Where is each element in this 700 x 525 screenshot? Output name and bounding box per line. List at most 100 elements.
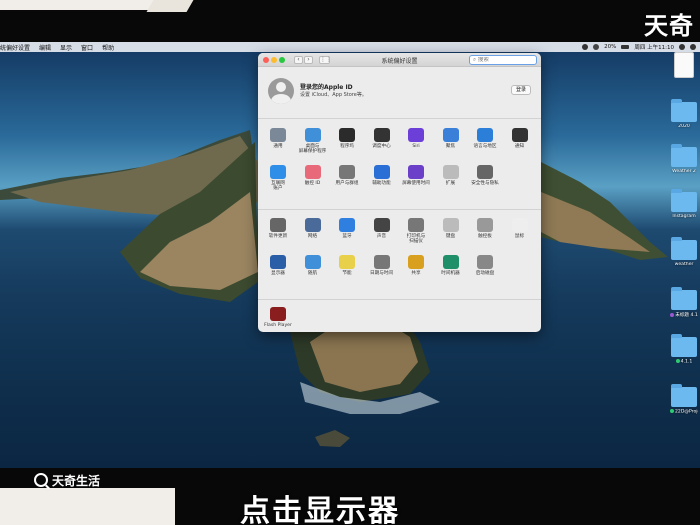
startup-disk-icon xyxy=(477,255,493,269)
search-field[interactable]: ⌕ xyxy=(469,55,537,65)
desktop-item[interactable]: 未标题 4.1 xyxy=(670,287,698,318)
pref-pane-software-update[interactable]: 软件更新 xyxy=(261,218,295,239)
system-preferences-window: ‹ › ⋮⋮ 系统偏好设置 ⌕ 登录您的Apple ID 设置 iCloud、A… xyxy=(258,53,541,332)
desktop-item[interactable]: 4.1.1 xyxy=(670,334,698,365)
apple-id-section: 登录您的Apple ID 设置 iCloud、App Store等。 登录 xyxy=(258,67,541,119)
pref-pane-label: 通知 xyxy=(514,144,525,149)
accessibility-icon xyxy=(373,165,390,179)
pref-pane-label: 共享 xyxy=(411,271,421,276)
preferences-section-other: Flash Player xyxy=(258,300,541,332)
desktop-item[interactable]: 22D@Projec xyxy=(670,384,698,415)
desktop-item[interactable]: weather xyxy=(670,237,698,267)
login-button[interactable]: 登录 xyxy=(511,85,531,95)
paper-edge xyxy=(146,0,194,12)
flash-player-icon xyxy=(270,307,286,321)
pref-pane-network[interactable]: 网络 xyxy=(296,218,330,239)
pref-pane-mission-control[interactable]: 调度中心 xyxy=(365,128,399,149)
trackpad-icon xyxy=(477,218,493,232)
menubar-clock[interactable]: 周四 上午11:10 xyxy=(634,43,674,51)
pref-pane-trackpad[interactable]: 触控板 xyxy=(468,218,502,239)
pref-pane-time-machine[interactable]: 时间机器 xyxy=(434,255,468,276)
pref-pane-printers-scanners[interactable]: 打印机与 扫描仪 xyxy=(399,218,433,244)
folder-icon xyxy=(671,99,697,122)
preferences-section-personal: 通用 桌面与 屏幕保护程序 程序坞 调度中心 Siri 聚焦 语言与地区 通知互联网 账户 触控… xyxy=(258,119,541,210)
desktop-item-name: 2020 xyxy=(678,124,690,129)
pref-pane-date-time[interactable]: 日期与时间 xyxy=(365,255,399,276)
menu-window[interactable]: 窗口 xyxy=(81,43,93,52)
video-frame: 天奇 统偏好设置 编辑 显示 窗口 帮助 20% 周四 上午11:10 2020… xyxy=(0,0,700,525)
pref-pane-displays[interactable]: 显示器 xyxy=(261,255,295,276)
pref-pane-label: Siri xyxy=(412,144,420,149)
pref-pane-sidecar[interactable]: 随航 xyxy=(296,255,330,276)
pref-pane-touch-id[interactable]: 触控 ID xyxy=(296,165,330,186)
pref-pane-extensions[interactable]: 扩展 xyxy=(434,165,468,186)
pref-pane-label: 键盘 xyxy=(445,234,456,239)
pref-pane-label: 桌面与 屏幕保护程序 xyxy=(298,144,327,154)
pref-pane-keyboard[interactable]: 键盘 xyxy=(434,218,468,239)
menu-app[interactable]: 统偏好设置 xyxy=(0,43,30,52)
pref-pane-label: 语言与地区 xyxy=(473,144,497,149)
folder-icon xyxy=(671,189,697,212)
pref-pane-sharing[interactable]: 共享 xyxy=(399,255,433,276)
pref-pane-mouse[interactable]: 鼠标 xyxy=(503,218,537,239)
pref-pane-label: 打印机与 扫描仪 xyxy=(406,234,426,244)
search-input[interactable] xyxy=(477,57,528,63)
folder-icon xyxy=(671,144,697,167)
pref-pane-general[interactable]: 通用 xyxy=(261,128,295,149)
battery-icon[interactable] xyxy=(621,45,630,49)
pref-pane-accessibility[interactable]: 辅助功能 xyxy=(365,165,399,186)
desktop-item-label: Instagram xyxy=(670,214,698,219)
pref-pane-siri[interactable]: Siri xyxy=(399,128,433,149)
pref-pane-label: 随航 xyxy=(307,271,318,276)
desktop-item[interactable]: Weather 2 xyxy=(670,144,698,174)
sharing-icon xyxy=(408,255,424,269)
preferences-section-hardware: 软件更新 网络 蓝牙 声音 打印机与 扫描仪 键盘 触控板 鼠标显示器 随航 节能 日期与时间 共享 时… xyxy=(258,210,541,300)
desktop-item[interactable]: Instagram xyxy=(670,189,698,219)
pref-pane-label: 蓝牙 xyxy=(342,234,352,239)
pref-pane-notifications[interactable]: 通知 xyxy=(503,128,537,149)
pref-pane-sound[interactable]: 声音 xyxy=(365,218,399,239)
search-icon: ⌕ xyxy=(473,57,477,63)
pref-pane-bluetooth[interactable]: 蓝牙 xyxy=(330,218,364,239)
language-region-icon xyxy=(477,128,493,142)
desktop-item-name: Instagram xyxy=(672,214,696,219)
pref-pane-language-region[interactable]: 语言与地区 xyxy=(468,128,502,149)
pref-pane-label: 安全性与隐私 xyxy=(471,181,499,186)
wifi-icon[interactable] xyxy=(593,44,600,50)
pref-pane-desktop-screensaver[interactable]: 桌面与 屏幕保护程序 xyxy=(296,128,330,154)
pref-pane-flash-player[interactable]: Flash Player xyxy=(261,307,295,328)
mission-control-icon xyxy=(373,128,390,142)
pref-pane-internet-accounts[interactable]: 互联网 账户 xyxy=(261,165,295,191)
printers-scanners-icon xyxy=(408,218,424,232)
pref-pane-label: 鼠标 xyxy=(514,234,525,239)
folder-icon xyxy=(671,287,697,310)
spotlight-icon xyxy=(442,128,459,142)
menu-edit[interactable]: 编辑 xyxy=(39,43,51,52)
pref-pane-screen-time[interactable]: 屏幕使用时间 xyxy=(399,165,433,186)
pref-pane-security-privacy[interactable]: 安全性与隐私 xyxy=(468,165,502,186)
users-groups-icon xyxy=(339,165,355,179)
menu-view[interactable]: 显示 xyxy=(60,43,72,52)
menu-help[interactable]: 帮助 xyxy=(102,43,114,52)
desktop-item[interactable] xyxy=(670,52,698,80)
pref-pane-dock[interactable]: 程序坞 xyxy=(330,128,364,149)
pref-pane-startup-disk[interactable]: 启动磁盘 xyxy=(468,255,502,276)
desktop-item-name: 未标题 4.1 xyxy=(675,313,698,318)
folder-icon xyxy=(671,334,697,357)
spotlight-search-icon[interactable] xyxy=(679,44,685,50)
battery-percent[interactable]: 20% xyxy=(604,44,616,50)
control-center-icon[interactable] xyxy=(690,44,696,50)
desktop-item-label: Weather 2 xyxy=(670,169,698,174)
internet-accounts-icon xyxy=(270,165,286,179)
pref-pane-label: 扩展 xyxy=(445,181,456,186)
screen-time-icon xyxy=(408,165,424,179)
status-icon[interactable] xyxy=(582,44,589,50)
pref-pane-spotlight[interactable]: 聚焦 xyxy=(434,128,468,149)
desktop-item-label: 2020 xyxy=(670,124,698,129)
desktop-item[interactable]: 2020 xyxy=(670,99,698,129)
pref-pane-energy-saver[interactable]: 节能 xyxy=(330,255,364,276)
pref-pane-users-groups[interactable]: 用户与群组 xyxy=(330,165,364,186)
avatar[interactable] xyxy=(268,78,294,104)
subtitle-caption: 点击显示器 xyxy=(240,494,400,525)
pref-pane-label: 启动磁盘 xyxy=(475,271,495,276)
